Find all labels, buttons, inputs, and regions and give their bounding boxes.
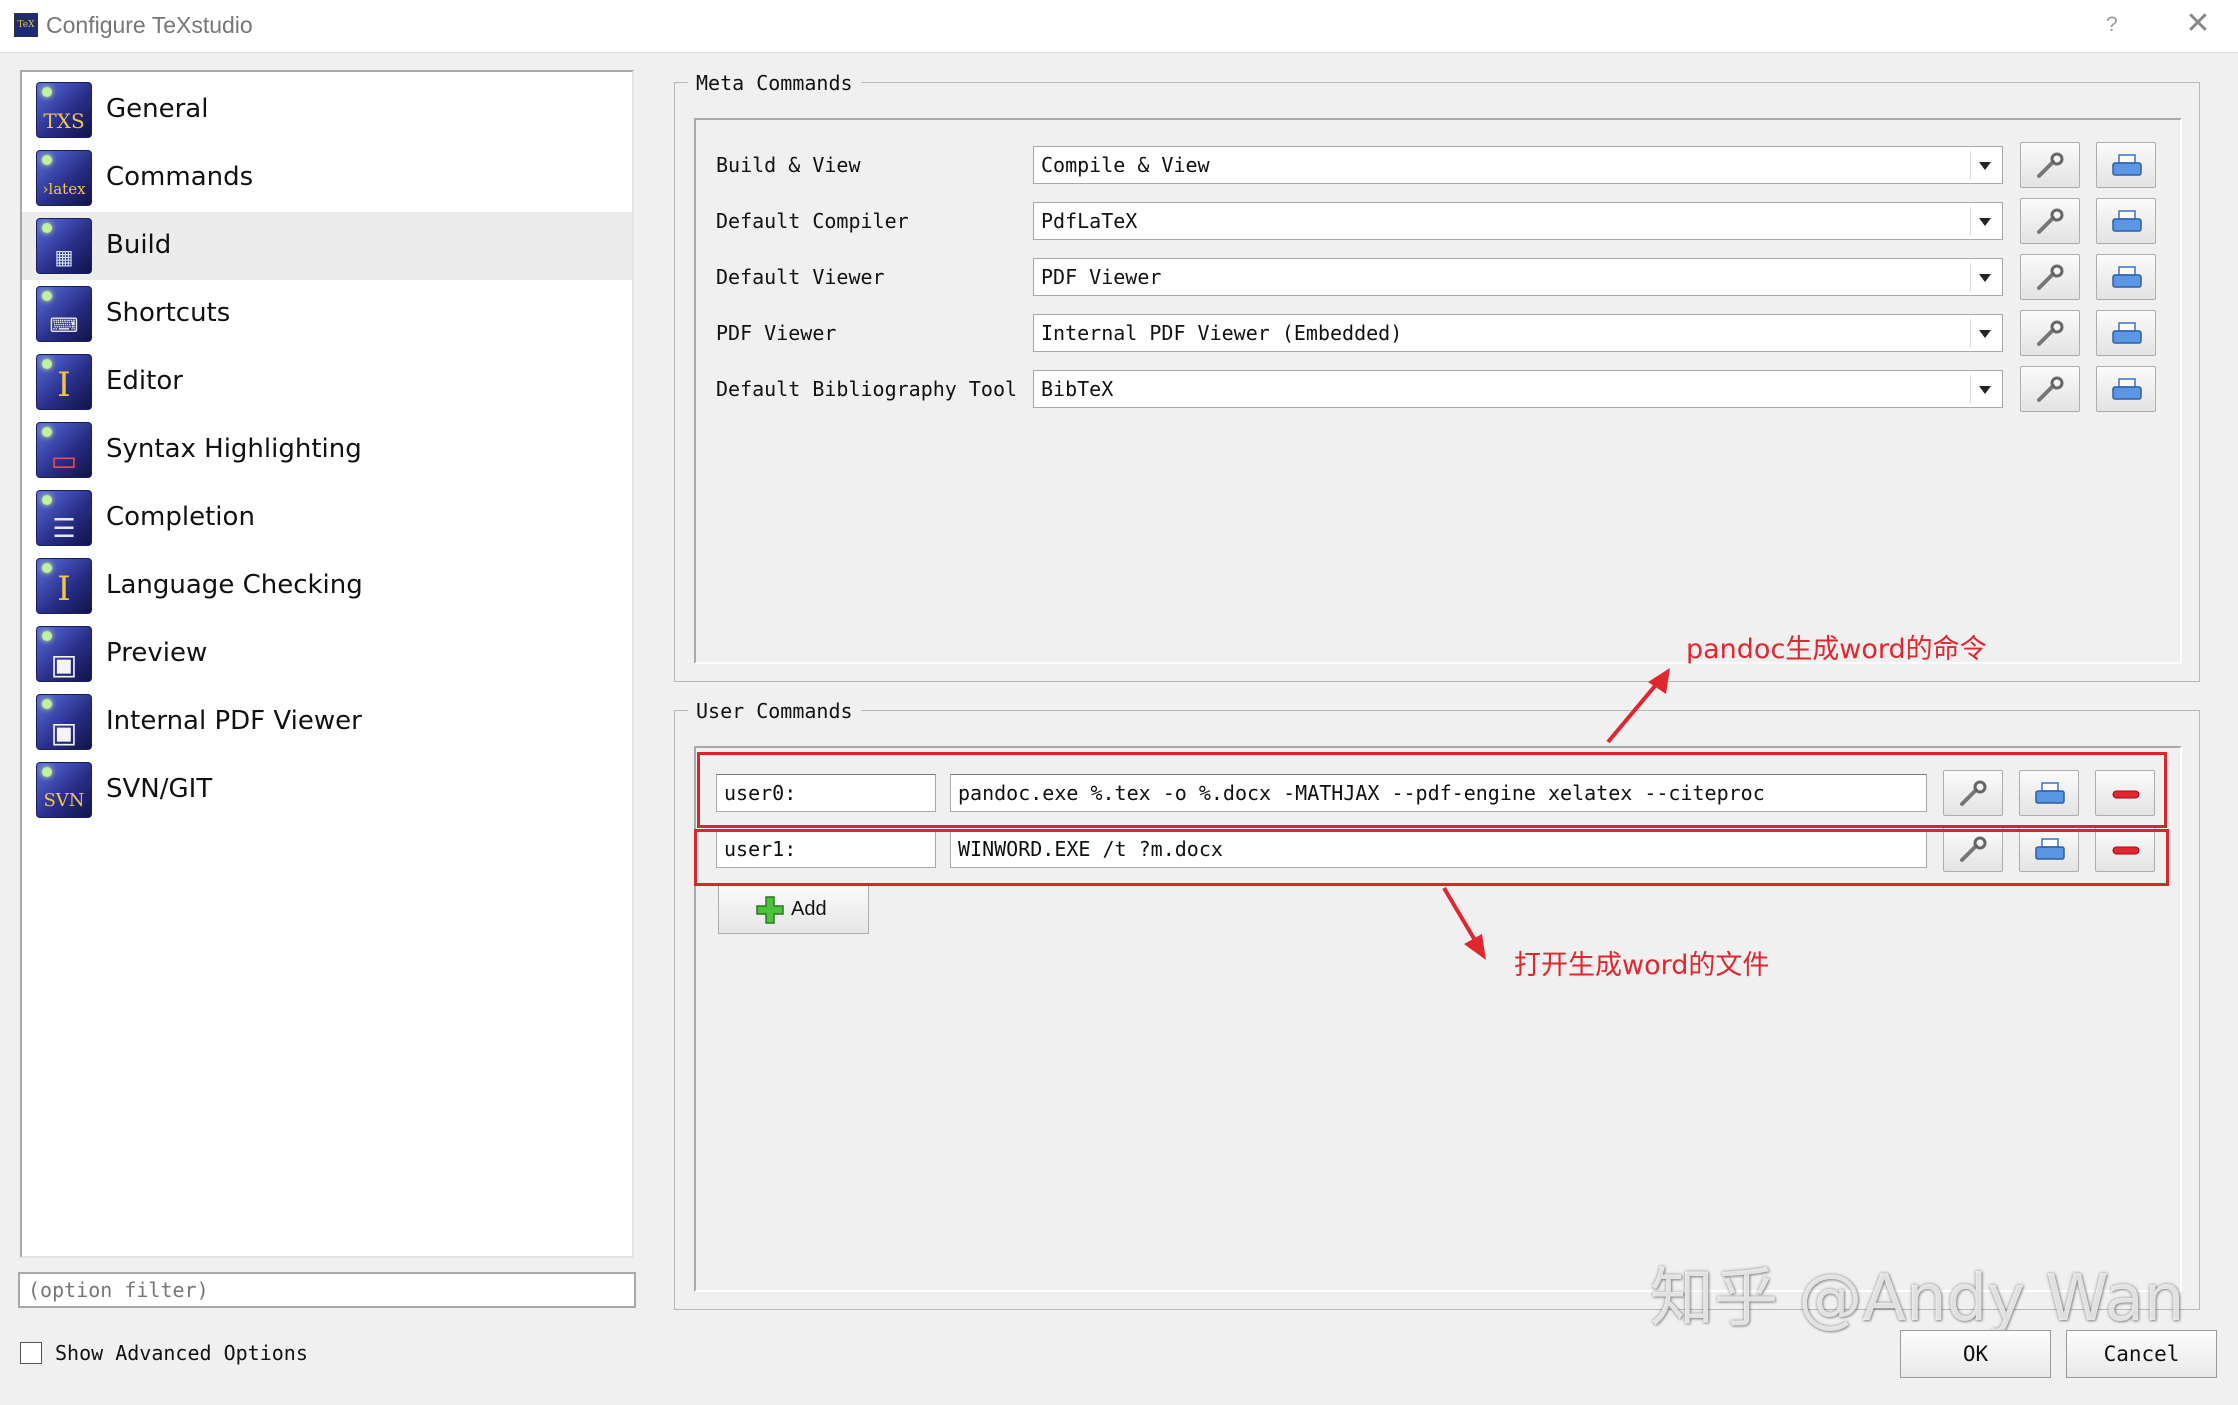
category-list: TXS General ›latex Commands ▦ Build ⌨ Sh…	[20, 70, 634, 1258]
pdf-viewer-select[interactable]: Internal PDF Viewer (Embedded)	[1033, 314, 2003, 352]
chevron-down-icon	[1970, 375, 1999, 403]
configure-button[interactable]	[2020, 366, 2080, 412]
print-button[interactable]	[2096, 366, 2156, 412]
text-cursor-icon: I	[36, 354, 92, 410]
printer-icon	[2112, 210, 2142, 232]
sidebar-item-preview[interactable]: ▣ Preview	[22, 620, 632, 688]
print-button[interactable]	[2096, 254, 2156, 300]
default-viewer-select[interactable]: PDF Viewer	[1033, 258, 2003, 296]
pandoc-note: pandoc生成word的命令	[1686, 634, 1987, 665]
sidebar-item-general[interactable]: TXS General	[22, 76, 632, 144]
arrow-down-icon	[1442, 886, 1486, 960]
open-file-note: 打开生成word的文件	[1514, 950, 1770, 981]
printer-icon	[2112, 266, 2142, 288]
sidebar-item-label: Shortcuts	[106, 298, 231, 328]
title-bar: TeX Configure TeXstudio ? ✕	[0, 0, 2238, 53]
wrench-icon	[2037, 208, 2064, 234]
close-button[interactable]: ✕	[2182, 6, 2214, 42]
wrench-icon	[2037, 152, 2064, 178]
configure-button[interactable]	[2020, 310, 2080, 356]
sidebar-item-label: Commands	[106, 162, 254, 192]
default-viewer-label: Default Viewer	[716, 265, 885, 289]
bibliography-tool-label: Default Bibliography Tool	[716, 377, 1018, 401]
print-button[interactable]	[2096, 142, 2156, 188]
sidebar-item-internal-pdf-viewer[interactable]: ▣ Internal PDF Viewer	[22, 688, 632, 756]
txs-icon: TXS	[36, 82, 92, 138]
sidebar-item-syntax-highlighting[interactable]: ▭ Syntax Highlighting	[22, 416, 632, 484]
option-filter-field[interactable]	[18, 1272, 636, 1308]
sidebar-item-label: General	[106, 94, 209, 124]
chevron-down-icon	[1970, 207, 1999, 235]
sidebar-item-completion[interactable]: ☰ Completion	[22, 484, 632, 552]
latex-icon: ›latex	[36, 150, 92, 206]
sidebar-item-label: Editor	[106, 366, 183, 396]
chevron-down-icon	[1970, 151, 1999, 179]
highlight-box-user1	[694, 829, 2169, 886]
sidebar-item-label: Internal PDF Viewer	[106, 706, 362, 736]
plus-icon	[756, 896, 784, 924]
sidebar-item-label: Language Checking	[106, 570, 363, 600]
preview-icon: ▣	[36, 626, 92, 682]
sidebar-item-shortcuts[interactable]: ⌨ Shortcuts	[22, 280, 632, 348]
sidebar-item-label: Build	[106, 230, 172, 260]
show-advanced-checkbox[interactable]	[20, 1342, 42, 1364]
show-advanced-label: Show Advanced Options	[55, 1341, 308, 1365]
sidebar-item-build[interactable]: ▦ Build	[22, 212, 632, 280]
sidebar-item-label: SVN/GIT	[106, 774, 213, 804]
build-view-select[interactable]: Compile & View	[1033, 146, 2003, 184]
configure-button[interactable]	[2020, 198, 2080, 244]
wrench-icon	[2037, 376, 2064, 402]
pdf-viewer-icon: ▣	[36, 694, 92, 750]
pdf-viewer-label: PDF Viewer	[716, 321, 837, 345]
add-command-button[interactable]: Add	[718, 884, 869, 934]
watermark: 知乎 @Andy Wan	[1650, 1262, 2185, 1336]
highlight-icon: ▭	[36, 422, 92, 478]
help-button[interactable]: ?	[2106, 12, 2118, 38]
sidebar-item-language-checking[interactable]: I Language Checking	[22, 552, 632, 620]
bibliography-tool-select[interactable]: BibTeX	[1033, 370, 2003, 408]
text-cursor-icon: I	[36, 558, 92, 614]
default-compiler-label: Default Compiler	[716, 209, 909, 233]
cancel-button[interactable]: Cancel	[2066, 1330, 2217, 1378]
ok-button[interactable]: OK	[1900, 1330, 2051, 1378]
sidebar-item-commands[interactable]: ›latex Commands	[22, 144, 632, 212]
default-compiler-select[interactable]: PdfLaTeX	[1033, 202, 2003, 240]
chevron-down-icon	[1970, 263, 1999, 291]
print-button[interactable]	[2096, 310, 2156, 356]
keyboard-icon: ⌨	[36, 286, 92, 342]
wrench-icon	[2037, 320, 2064, 346]
sidebar-item-editor[interactable]: I Editor	[22, 348, 632, 416]
printer-icon	[2112, 154, 2142, 176]
sidebar-item-label: Syntax Highlighting	[106, 434, 362, 464]
print-button[interactable]	[2096, 198, 2156, 244]
printer-icon	[2112, 322, 2142, 344]
user-commands-title: User Commands	[688, 698, 861, 724]
build-icon: ▦	[36, 218, 92, 274]
sidebar-item-label: Completion	[106, 502, 255, 532]
printer-icon	[2112, 378, 2142, 400]
add-button-label: Add	[791, 898, 827, 920]
chevron-down-icon	[1970, 319, 1999, 347]
build-view-label: Build & View	[716, 153, 861, 177]
list-icon: ☰	[36, 490, 92, 546]
option-filter-input[interactable]	[20, 1274, 634, 1306]
meta-commands-title: Meta Commands	[688, 70, 861, 96]
configure-button[interactable]	[2020, 142, 2080, 188]
svn-icon: SVN	[36, 762, 92, 818]
texstudio-app-icon: TeX	[14, 13, 38, 37]
wrench-icon	[2037, 264, 2064, 290]
highlight-box-user0	[697, 752, 2167, 828]
configure-button[interactable]	[2020, 254, 2080, 300]
sidebar-item-label: Preview	[106, 638, 208, 668]
window-title: Configure TeXstudio	[46, 12, 253, 38]
sidebar-item-svn-git[interactable]: SVN SVN/GIT	[22, 756, 632, 824]
arrow-up-icon	[1606, 668, 1670, 744]
